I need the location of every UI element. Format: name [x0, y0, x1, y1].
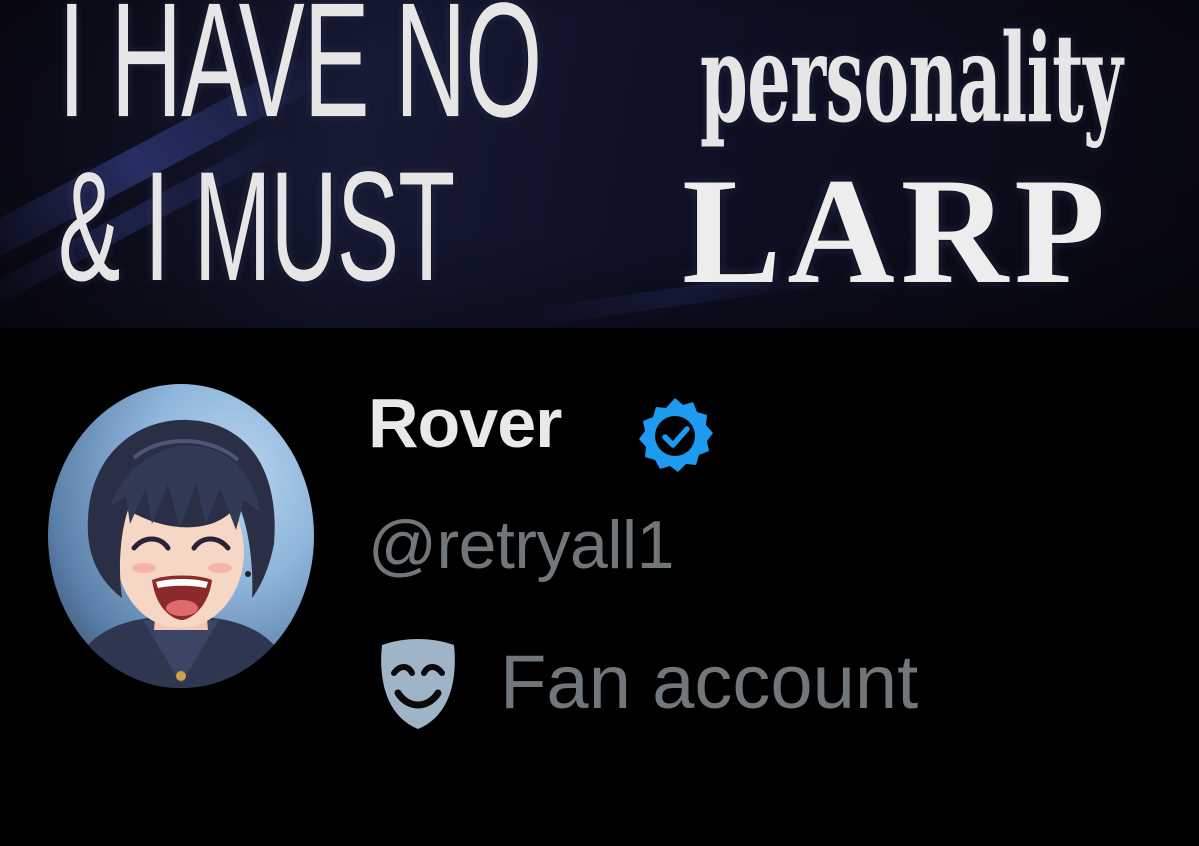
banner-text-and-i-must: & I MUST: [58, 140, 455, 314]
banner-line-1: I HAVE NO personality: [0, 0, 1199, 158]
display-name[interactable]: Rover: [368, 383, 562, 463]
profile-header: Rover @retryall1 Fan account: [0, 328, 1199, 846]
profile-label: Fan account: [500, 640, 919, 725]
banner-text-i-have-no: I HAVE NO: [58, 0, 542, 151]
verified-badge-icon[interactable]: [633, 394, 717, 478]
banner-text-personality: personality: [700, 6, 1123, 150]
avatar[interactable]: [48, 384, 314, 688]
avatar-illustration: [68, 419, 294, 688]
theater-mask-icon: [381, 639, 455, 729]
meme-banner: I HAVE NO personality & I MUST LARP: [0, 0, 1199, 328]
profile-handle[interactable]: @retryall1: [368, 505, 674, 585]
banner-text-larp: LARP: [682, 147, 1112, 315]
banner-line-2: & I MUST LARP: [0, 140, 1199, 315]
